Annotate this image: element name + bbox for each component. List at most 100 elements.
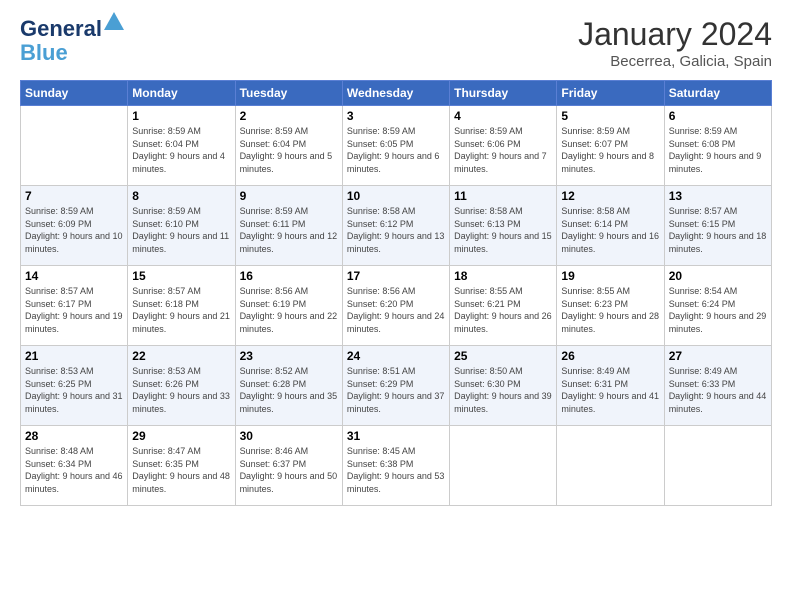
day-number: 25 (454, 349, 552, 363)
calendar-cell: 25 Sunrise: 8:50 AM Sunset: 6:30 PM Dayl… (450, 346, 557, 426)
daylight: Daylight: 9 hours and 18 minutes. (669, 231, 767, 254)
day-info: Sunrise: 8:59 AM Sunset: 6:10 PM Dayligh… (132, 205, 230, 255)
sunrise: Sunrise: 8:57 AM (669, 206, 738, 216)
sunrise: Sunrise: 8:59 AM (25, 206, 94, 216)
sunset: Sunset: 6:35 PM (132, 459, 199, 469)
sunrise: Sunrise: 8:49 AM (561, 366, 630, 376)
sunset: Sunset: 6:06 PM (454, 139, 521, 149)
day-number: 3 (347, 109, 445, 123)
sunrise: Sunrise: 8:48 AM (25, 446, 94, 456)
daylight: Daylight: 9 hours and 5 minutes. (240, 151, 333, 174)
sunrise: Sunrise: 8:52 AM (240, 366, 309, 376)
calendar-cell: 9 Sunrise: 8:59 AM Sunset: 6:11 PM Dayli… (235, 186, 342, 266)
daylight: Daylight: 9 hours and 37 minutes. (347, 391, 445, 414)
day-number: 5 (561, 109, 659, 123)
calendar-cell: 2 Sunrise: 8:59 AM Sunset: 6:04 PM Dayli… (235, 106, 342, 186)
day-number: 1 (132, 109, 230, 123)
calendar-cell: 5 Sunrise: 8:59 AM Sunset: 6:07 PM Dayli… (557, 106, 664, 186)
sunrise: Sunrise: 8:59 AM (347, 126, 416, 136)
sunset: Sunset: 6:17 PM (25, 299, 92, 309)
sunrise: Sunrise: 8:51 AM (347, 366, 416, 376)
day-info: Sunrise: 8:57 AM Sunset: 6:18 PM Dayligh… (132, 285, 230, 335)
sunset: Sunset: 6:38 PM (347, 459, 414, 469)
sunset: Sunset: 6:19 PM (240, 299, 307, 309)
logo: General Blue (20, 16, 102, 66)
sunrise: Sunrise: 8:45 AM (347, 446, 416, 456)
sunset: Sunset: 6:04 PM (132, 139, 199, 149)
daylight: Daylight: 9 hours and 50 minutes. (240, 471, 338, 494)
calendar-cell: 26 Sunrise: 8:49 AM Sunset: 6:31 PM Dayl… (557, 346, 664, 426)
month-title: January 2024 (578, 16, 772, 53)
sunrise: Sunrise: 8:58 AM (561, 206, 630, 216)
daylight: Daylight: 9 hours and 35 minutes. (240, 391, 338, 414)
sunrise: Sunrise: 8:57 AM (132, 286, 201, 296)
sunset: Sunset: 6:18 PM (132, 299, 199, 309)
day-info: Sunrise: 8:53 AM Sunset: 6:26 PM Dayligh… (132, 365, 230, 415)
logo-triangle-icon (104, 12, 124, 32)
day-number: 8 (132, 189, 230, 203)
day-info: Sunrise: 8:48 AM Sunset: 6:34 PM Dayligh… (25, 445, 123, 495)
day-number: 2 (240, 109, 338, 123)
sunrise: Sunrise: 8:49 AM (669, 366, 738, 376)
calendar-cell: 19 Sunrise: 8:55 AM Sunset: 6:23 PM Dayl… (557, 266, 664, 346)
day-info: Sunrise: 8:53 AM Sunset: 6:25 PM Dayligh… (25, 365, 123, 415)
header-row: SundayMondayTuesdayWednesdayThursdayFrid… (21, 81, 772, 106)
calendar-cell: 31 Sunrise: 8:45 AM Sunset: 6:38 PM Dayl… (342, 426, 449, 506)
day-number: 28 (25, 429, 123, 443)
sunrise: Sunrise: 8:59 AM (132, 206, 201, 216)
daylight: Daylight: 9 hours and 15 minutes. (454, 231, 552, 254)
sunrise: Sunrise: 8:55 AM (561, 286, 630, 296)
calendar-cell: 30 Sunrise: 8:46 AM Sunset: 6:37 PM Dayl… (235, 426, 342, 506)
sunrise: Sunrise: 8:50 AM (454, 366, 523, 376)
day-info: Sunrise: 8:57 AM Sunset: 6:17 PM Dayligh… (25, 285, 123, 335)
sunset: Sunset: 6:24 PM (669, 299, 736, 309)
sunset: Sunset: 6:10 PM (132, 219, 199, 229)
day-info: Sunrise: 8:57 AM Sunset: 6:15 PM Dayligh… (669, 205, 767, 255)
day-number: 27 (669, 349, 767, 363)
daylight: Daylight: 9 hours and 9 minutes. (669, 151, 762, 174)
calendar-cell: 28 Sunrise: 8:48 AM Sunset: 6:34 PM Dayl… (21, 426, 128, 506)
sunset: Sunset: 6:28 PM (240, 379, 307, 389)
sunset: Sunset: 6:23 PM (561, 299, 628, 309)
day-number: 6 (669, 109, 767, 123)
calendar-cell: 16 Sunrise: 8:56 AM Sunset: 6:19 PM Dayl… (235, 266, 342, 346)
daylight: Daylight: 9 hours and 8 minutes. (561, 151, 654, 174)
day-info: Sunrise: 8:59 AM Sunset: 6:09 PM Dayligh… (25, 205, 123, 255)
daylight: Daylight: 9 hours and 4 minutes. (132, 151, 225, 174)
calendar-cell: 13 Sunrise: 8:57 AM Sunset: 6:15 PM Dayl… (664, 186, 771, 266)
day-info: Sunrise: 8:58 AM Sunset: 6:12 PM Dayligh… (347, 205, 445, 255)
sunrise: Sunrise: 8:59 AM (240, 206, 309, 216)
calendar-cell: 3 Sunrise: 8:59 AM Sunset: 6:05 PM Dayli… (342, 106, 449, 186)
day-info: Sunrise: 8:47 AM Sunset: 6:35 PM Dayligh… (132, 445, 230, 495)
day-number: 22 (132, 349, 230, 363)
calendar-cell: 1 Sunrise: 8:59 AM Sunset: 6:04 PM Dayli… (128, 106, 235, 186)
sunset: Sunset: 6:37 PM (240, 459, 307, 469)
calendar-cell: 24 Sunrise: 8:51 AM Sunset: 6:29 PM Dayl… (342, 346, 449, 426)
sunset: Sunset: 6:29 PM (347, 379, 414, 389)
day-info: Sunrise: 8:54 AM Sunset: 6:24 PM Dayligh… (669, 285, 767, 335)
day-info: Sunrise: 8:56 AM Sunset: 6:20 PM Dayligh… (347, 285, 445, 335)
sunset: Sunset: 6:26 PM (132, 379, 199, 389)
daylight: Daylight: 9 hours and 6 minutes. (347, 151, 440, 174)
sunset: Sunset: 6:08 PM (669, 139, 736, 149)
daylight: Daylight: 9 hours and 39 minutes. (454, 391, 552, 414)
day-info: Sunrise: 8:59 AM Sunset: 6:05 PM Dayligh… (347, 125, 445, 175)
sunset: Sunset: 6:33 PM (669, 379, 736, 389)
day-number: 18 (454, 269, 552, 283)
sunrise: Sunrise: 8:46 AM (240, 446, 309, 456)
day-info: Sunrise: 8:58 AM Sunset: 6:14 PM Dayligh… (561, 205, 659, 255)
col-header-tuesday: Tuesday (235, 81, 342, 106)
col-header-thursday: Thursday (450, 81, 557, 106)
day-info: Sunrise: 8:52 AM Sunset: 6:28 PM Dayligh… (240, 365, 338, 415)
daylight: Daylight: 9 hours and 26 minutes. (454, 311, 552, 334)
day-info: Sunrise: 8:56 AM Sunset: 6:19 PM Dayligh… (240, 285, 338, 335)
calendar-cell (557, 426, 664, 506)
week-row-3: 14 Sunrise: 8:57 AM Sunset: 6:17 PM Dayl… (21, 266, 772, 346)
calendar-table: SundayMondayTuesdayWednesdayThursdayFrid… (20, 80, 772, 506)
day-number: 20 (669, 269, 767, 283)
sunset: Sunset: 6:05 PM (347, 139, 414, 149)
day-number: 10 (347, 189, 445, 203)
sunrise: Sunrise: 8:59 AM (132, 126, 201, 136)
sunset: Sunset: 6:21 PM (454, 299, 521, 309)
daylight: Daylight: 9 hours and 44 minutes. (669, 391, 767, 414)
